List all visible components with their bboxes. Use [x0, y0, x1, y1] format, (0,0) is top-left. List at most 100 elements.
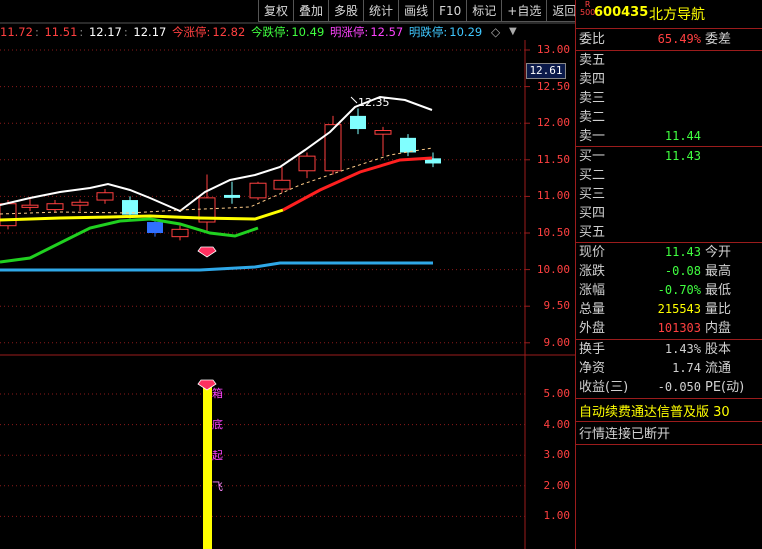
info-v1: 11.72: [0, 25, 33, 39]
quote-stat-value: 215543: [657, 302, 701, 316]
quote-stat2-row: 收益(三) -0.050 PE(动): [576, 378, 762, 397]
quote-stat-value: -0.08: [664, 264, 701, 278]
price-tick-label: 12.00: [536, 116, 570, 130]
toolbar-button[interactable]: 统计: [363, 0, 399, 22]
candle-body: [400, 137, 416, 153]
buy-level-label: 买五: [579, 225, 606, 240]
diamond-signal-icon: [197, 246, 217, 258]
candle-body: [298, 155, 316, 172]
signal-label: 底: [212, 418, 223, 431]
peak-marker: [350, 96, 358, 104]
quote-stat-right-label: 最高: [705, 264, 732, 279]
candle-body: [249, 182, 267, 199]
toolbar-button[interactable]: 标记: [466, 0, 502, 22]
candles: [0, 108, 441, 241]
sub-tick-label: 5.00: [543, 387, 571, 400]
candle-body: [96, 192, 114, 201]
toolbar-button[interactable]: 复权: [258, 0, 294, 22]
limit-up-label: 今涨停:: [172, 25, 211, 39]
kline-chart[interactable]: 12.35: [0, 0, 575, 549]
quote-stat-value: 101303: [657, 321, 701, 335]
weibi-value: 65.49%: [657, 32, 701, 46]
limit-up-value: 12.82: [212, 25, 246, 39]
price-tick-label: 10.50: [536, 226, 570, 239]
sell-level-label: 卖五: [579, 53, 606, 68]
ma-blue-line: [0, 261, 433, 272]
quote-panel: R 500 600435 北方导航 委比 65.49% 委差 卖五 卖四 卖三 卖二卖…: [575, 0, 762, 549]
info-v3: 12.17: [88, 25, 122, 39]
quote-stat2-value: 1.43%: [664, 342, 701, 356]
sub-tick-label: 2.00: [543, 478, 571, 492]
sell-level-row: 卖三: [576, 89, 762, 108]
sell-level-row: 卖一 11.44: [576, 127, 762, 146]
price-tick-label: 9.50: [543, 299, 571, 313]
sell-level-row: 卖四: [576, 70, 762, 89]
toolbar: 复权 叠加 多股 统计 画线 F10 标记 +自选 返回: [258, 0, 582, 23]
quote-stat-value: -0.70%: [657, 283, 701, 297]
next-limit-up-value: 12.57: [370, 25, 404, 39]
ma-white-line: [0, 95, 433, 213]
toolbar-button[interactable]: F10: [433, 0, 467, 22]
buy-level-row: 买二: [576, 166, 762, 185]
price-tick-label: 13.00: [536, 43, 570, 56]
weicha-label: 委差: [705, 32, 732, 47]
diamond-icon[interactable]: ◇: [491, 25, 500, 39]
price-tick-label: 10.00: [536, 262, 570, 276]
toolbar-button[interactable]: 叠加: [293, 0, 329, 22]
buy-level-value: 11.43: [664, 149, 701, 163]
sub-tick-label: 4.00: [543, 417, 571, 431]
price-tick-label: 11.50: [536, 152, 570, 166]
price-badge: 12.61: [526, 63, 566, 79]
weibi-label: 委比: [579, 32, 606, 47]
signal-label: 箱: [212, 387, 223, 400]
quote-stat-right-label: 今开: [705, 245, 732, 260]
price-tick-label: 12.50: [536, 79, 570, 93]
price-tick-label: 11.00: [536, 189, 570, 203]
sub-tick-label: 3.00: [543, 448, 571, 462]
subscription-banner[interactable]: 自动续费通达信普及版 30: [579, 401, 730, 420]
quote-stat-right-label: 量比: [705, 302, 732, 317]
candle-body: [71, 201, 89, 206]
toolbar-button[interactable]: +自选: [501, 0, 547, 22]
candle-body: [324, 124, 342, 172]
sell-level-label: 卖四: [579, 72, 606, 87]
candle-body: [147, 222, 163, 233]
quote-stat-label: 外盘: [579, 321, 606, 336]
sell-level-row: 卖二: [576, 108, 762, 127]
toolbar-button[interactable]: 多股: [328, 0, 364, 22]
buy-level-row: 买三: [576, 185, 762, 204]
sell-level-row: 卖五: [576, 51, 762, 70]
r-number: 500: [580, 8, 596, 17]
quote-stat-row: 涨幅 -0.70% 最低: [576, 281, 762, 300]
buy-level-label: 买三: [579, 187, 606, 202]
sell-level-value: 11.44: [664, 129, 701, 143]
sub-tick-label: 1.00: [543, 509, 571, 523]
price-tick-label: 9.00: [543, 335, 571, 349]
candle-body: [21, 204, 39, 208]
quote-stat-row: 涨跌 -0.08 最高: [576, 262, 762, 281]
info-v4: 12.17: [133, 25, 167, 39]
candle-body: [224, 194, 240, 198]
quote-stat-label: 涨跌: [579, 264, 606, 279]
next-limit-up-label: 明涨停:: [329, 25, 369, 39]
buy-level-label: 买四: [579, 206, 606, 221]
quote-stat2-row: 净资 1.74 流通: [576, 359, 762, 378]
candle-body: [171, 228, 189, 238]
candle-body: [273, 179, 291, 190]
quote-stat2-value: -0.050: [657, 380, 701, 394]
dropdown-arrow-icon[interactable]: ▼: [509, 26, 517, 37]
limit-down-value: 10.49: [291, 25, 325, 39]
quote-stat2-label: 收益(三): [579, 380, 629, 395]
stock-name: 北方导航: [649, 7, 705, 23]
sell-level-label: 卖三: [579, 91, 606, 106]
buy-level-row: 买四: [576, 204, 762, 223]
sell-level-label: 卖二: [579, 110, 606, 125]
stock-code: 600435: [594, 5, 649, 20]
quote-stat2-value: 1.74: [672, 361, 701, 375]
ma-dashed-line: [0, 147, 433, 215]
limit-down-label: 今跌停:: [250, 25, 290, 39]
candle-body: [122, 200, 138, 215]
quote-stat2-right-label: 股本: [705, 342, 732, 357]
sell-level-label: 卖一: [579, 129, 606, 144]
toolbar-button[interactable]: 画线: [398, 0, 434, 22]
